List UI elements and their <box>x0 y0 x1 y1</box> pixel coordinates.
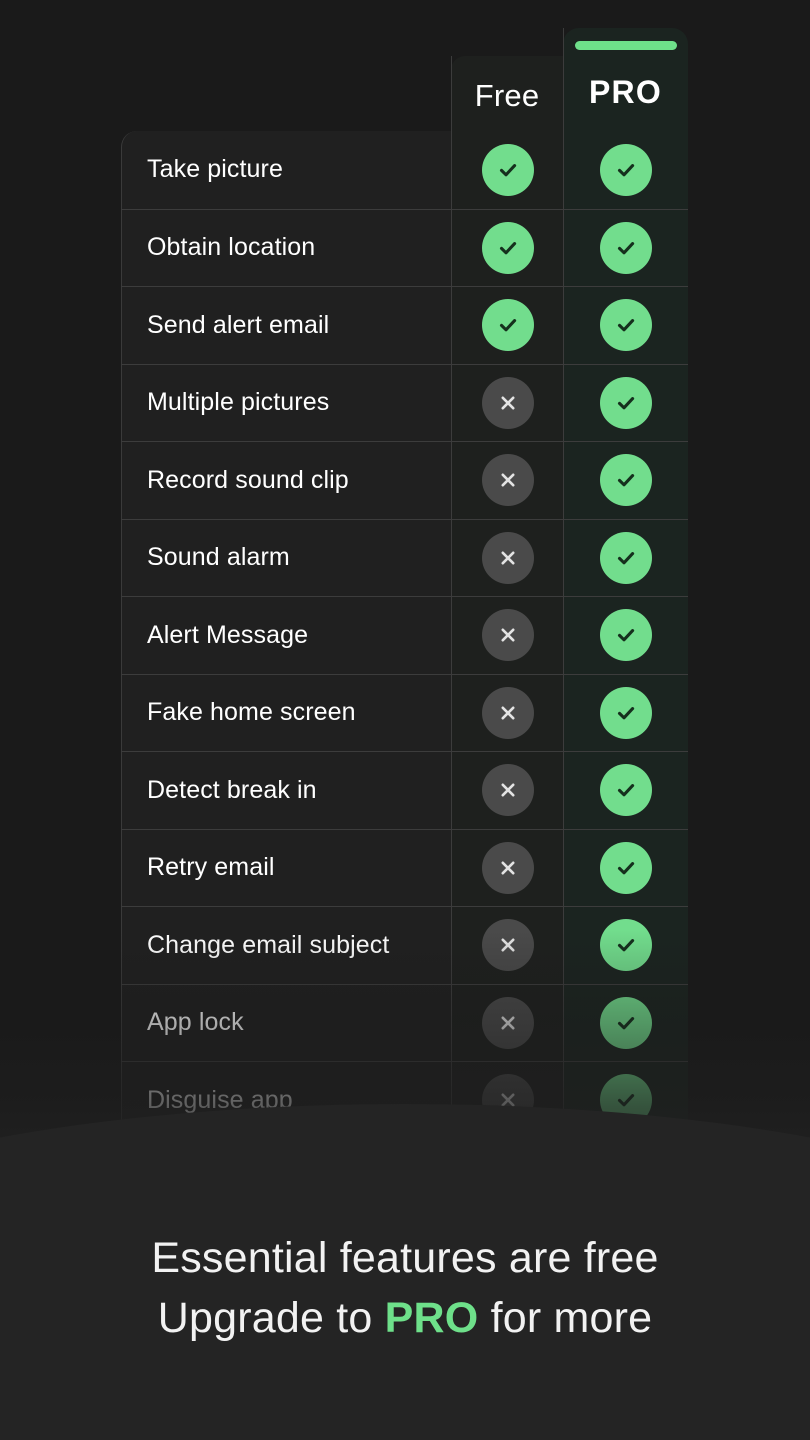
feature-label: Sound alarm <box>147 543 290 572</box>
cell-free <box>451 1139 563 1216</box>
cell-pro <box>563 287 688 364</box>
table-row[interactable]: Change email subject <box>121 906 688 984</box>
table-row[interactable]: Detect break in <box>121 751 688 829</box>
check-icon <box>600 996 652 1049</box>
pro-accent-bar <box>575 41 677 50</box>
cell-pro <box>563 674 688 751</box>
check-icon <box>600 919 652 972</box>
check-icon <box>600 143 652 196</box>
caption-pro-highlight: PRO <box>384 1294 479 1342</box>
feature-comparison-table: Free PRO Take picture Obtain location Send… <box>0 0 810 1216</box>
cross-icon <box>481 1151 534 1204</box>
feature-row-list: Take picture Obtain location Send alert em… <box>121 131 688 1216</box>
cross-icon <box>481 454 534 507</box>
cell-pro <box>563 1139 688 1216</box>
feature-label: Take picture <box>147 155 283 184</box>
table-row[interactable]: Record sound clip <box>121 441 688 519</box>
cross-icon <box>481 531 534 584</box>
table-row[interactable]: Obtain location <box>121 208 688 286</box>
cross-icon <box>481 919 534 972</box>
table-row[interactable]: Sound alarm <box>121 518 688 596</box>
cell-pro <box>563 829 688 906</box>
feature-label: Detect break in <box>147 775 317 804</box>
check-icon <box>600 764 652 817</box>
check-icon <box>600 531 652 584</box>
cell-free <box>451 1062 563 1139</box>
cross-icon <box>481 764 534 817</box>
check-icon <box>600 609 652 662</box>
cell-free <box>451 131 563 209</box>
check-icon <box>600 1151 652 1204</box>
cell-pro <box>563 597 688 674</box>
table-row[interactable]: Retry email <box>121 828 688 906</box>
promo-screen: Free PRO Take picture Obtain location Send… <box>0 0 810 1440</box>
cell-pro <box>563 907 688 984</box>
cross-icon <box>481 376 534 429</box>
table-row[interactable]: Send alert email <box>121 286 688 364</box>
check-icon <box>600 299 652 352</box>
cell-pro <box>563 752 688 829</box>
table-row[interactable]: Hide notifications <box>121 1138 688 1216</box>
cell-pro <box>563 131 688 209</box>
feature-label: Retry email <box>147 853 275 882</box>
table-row[interactable]: Fake home screen <box>121 673 688 751</box>
cross-icon <box>481 841 534 894</box>
cell-free <box>451 442 563 519</box>
check-icon <box>481 143 534 196</box>
check-icon <box>600 454 652 507</box>
caption-line-2-before: Upgrade to <box>157 1294 385 1342</box>
cell-free <box>451 597 563 674</box>
cell-free <box>451 364 563 441</box>
cross-icon <box>481 996 534 1049</box>
cell-free <box>451 519 563 596</box>
table-row[interactable]: Multiple pictures <box>121 363 688 441</box>
feature-label: Alert Message <box>147 620 309 649</box>
feature-label: Multiple pictures <box>147 388 330 417</box>
check-icon <box>481 221 534 274</box>
feature-label: App lock <box>147 1008 244 1037</box>
caption-line-2-after: for more <box>478 1294 653 1342</box>
cell-pro <box>563 442 688 519</box>
feature-label: Obtain location <box>147 233 316 262</box>
feature-label: Fake home screen <box>147 698 356 727</box>
feature-label: Disguise app <box>147 1085 293 1114</box>
cell-free <box>451 907 563 984</box>
cell-free <box>451 752 563 829</box>
caption-line-1: Essential features are free <box>151 1234 659 1282</box>
cell-pro <box>563 1062 688 1139</box>
check-icon <box>600 1074 652 1127</box>
feature-label: Hide notifications <box>147 1163 340 1192</box>
cross-icon <box>481 686 534 739</box>
check-icon <box>600 841 652 894</box>
check-icon <box>481 299 534 352</box>
table-row[interactable]: Take picture <box>121 131 688 209</box>
cell-free <box>451 209 563 286</box>
check-icon <box>600 376 652 429</box>
feature-label: Record sound clip <box>147 465 349 494</box>
cell-free <box>451 287 563 364</box>
feature-label: Change email subject <box>147 930 390 959</box>
cell-pro <box>563 209 688 286</box>
cell-free <box>451 984 563 1061</box>
cell-free <box>451 674 563 751</box>
cell-pro <box>563 984 688 1061</box>
promo-caption: Essential features are free Upgrade to P… <box>0 1228 810 1348</box>
pro-column-label: PRO <box>589 74 662 110</box>
check-icon <box>600 686 652 739</box>
cell-free <box>451 829 563 906</box>
feature-label: Send alert email <box>147 310 330 339</box>
check-icon <box>600 221 652 274</box>
table-row[interactable]: App lock <box>121 983 688 1061</box>
cross-icon <box>481 609 534 662</box>
caption-line-2: Upgrade to PRO for more <box>0 1288 810 1348</box>
cell-pro <box>563 364 688 441</box>
table-row[interactable]: Disguise app <box>121 1061 688 1139</box>
table-row[interactable]: Alert Message <box>121 596 688 674</box>
cross-icon <box>481 1074 534 1127</box>
free-column-label: Free <box>474 78 540 113</box>
cell-pro <box>563 519 688 596</box>
